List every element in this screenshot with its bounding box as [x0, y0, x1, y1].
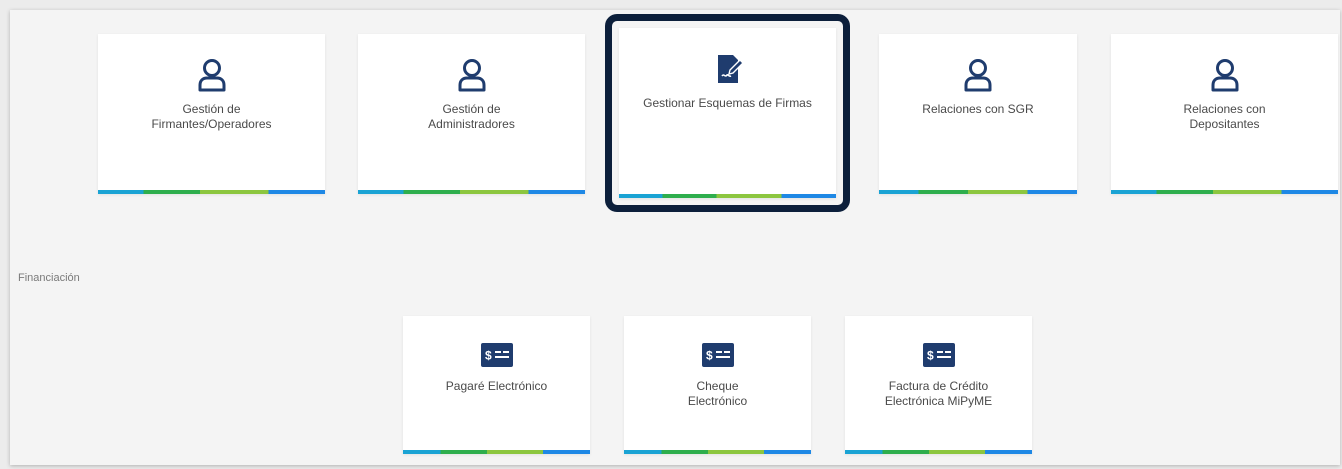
card-accent-stripe — [98, 190, 325, 194]
card-accent-stripe — [403, 450, 590, 454]
user-icon — [1211, 59, 1238, 92]
card-label: Gestión de Administradores — [428, 102, 515, 131]
money-card-icon: $ — [701, 343, 734, 367]
svg-text:$: $ — [927, 349, 934, 363]
card-pagare-electronico[interactable]: $ Pagaré Electrónico — [403, 316, 590, 454]
user-icon — [458, 59, 485, 92]
card-label: Cheque Electrónico — [687, 379, 748, 408]
card-label: Gestión de Firmantes/Operadores — [151, 102, 272, 131]
screen: Gestión de Firmantes/Operadores Gestión … — [0, 0, 1342, 469]
money-card-icon: $ — [922, 343, 955, 367]
card-label: Relaciones con SGR — [922, 102, 1034, 116]
selected-card-highlight — [605, 14, 850, 212]
card-label: Factura de Crédito Electrónica MiPyME — [884, 379, 993, 408]
card-accent-stripe — [358, 190, 585, 194]
card-label: Relaciones con Depositantes — [1183, 102, 1266, 131]
money-card-icon: $ — [480, 343, 513, 367]
card-gestion-firmantes[interactable]: Gestión de Firmantes/Operadores — [98, 34, 325, 194]
user-icon — [964, 59, 992, 92]
card-accent-stripe — [624, 450, 811, 454]
card-gestion-administradores[interactable]: Gestión de Administradores — [358, 34, 585, 194]
section-title-financiacion: Financiación — [18, 272, 80, 284]
card-relaciones-depositantes[interactable]: Relaciones con Depositantes — [1111, 34, 1338, 194]
svg-text:$: $ — [706, 349, 713, 363]
card-label: Pagaré Electrónico — [445, 379, 548, 393]
card-relaciones-sgr[interactable]: Relaciones con SGR — [879, 34, 1077, 194]
card-factura-credito-electronica[interactable]: $ Factura de Crédito Electrónica MiPyME — [845, 316, 1032, 454]
card-accent-stripe — [1111, 190, 1338, 194]
svg-text:$: $ — [485, 349, 492, 363]
user-icon — [198, 59, 225, 92]
card-cheque-electronico[interactable]: $ Cheque Electrónico — [624, 316, 811, 454]
card-accent-stripe — [879, 190, 1077, 194]
card-accent-stripe — [845, 450, 1032, 454]
